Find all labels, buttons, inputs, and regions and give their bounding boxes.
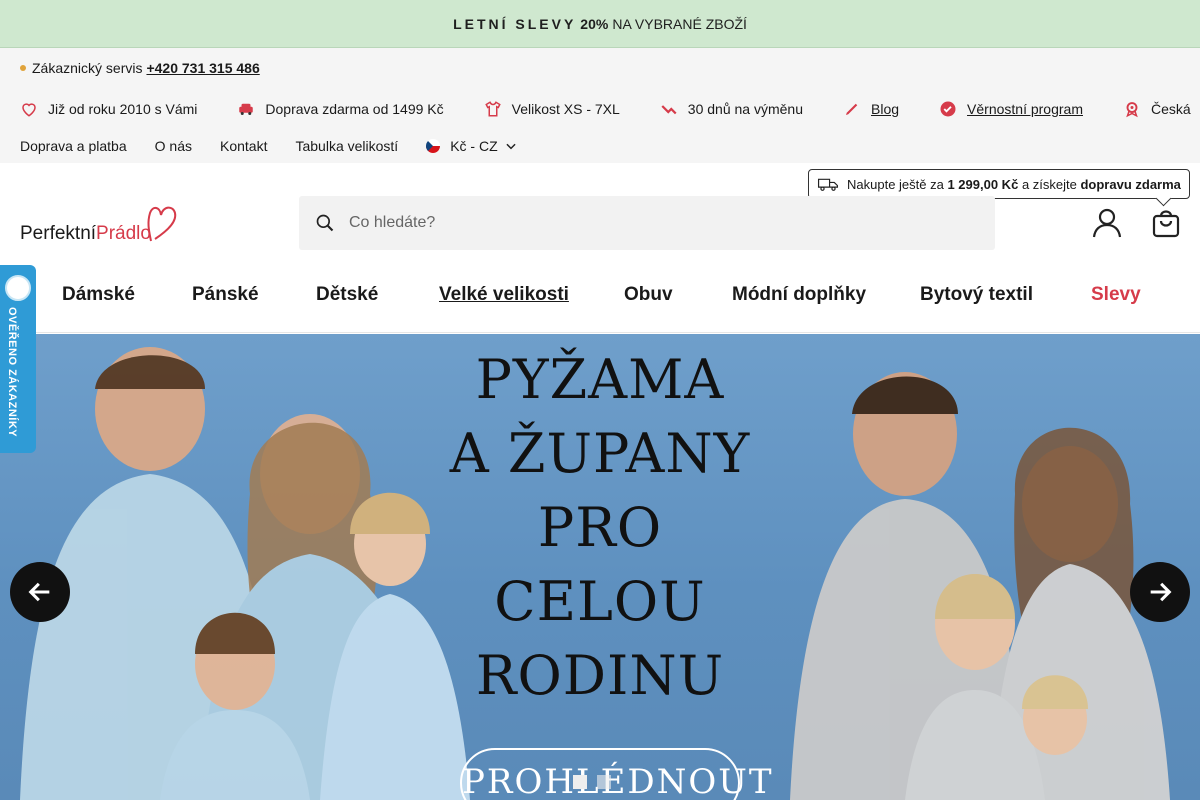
freeship-amount: 1 299,00 Kč xyxy=(947,176,1019,192)
user-account-icon[interactable] xyxy=(1092,208,1122,238)
usp-text: 30 dnů na výměnu xyxy=(687,101,803,117)
hero-title-line: RODINU xyxy=(475,644,725,707)
freeship-pre: Nakupte ještě za xyxy=(847,176,944,192)
hero-title-line: PRO xyxy=(537,496,663,559)
promo-percent: 20% xyxy=(580,15,609,32)
loyalty-program-link[interactable]: Věrnostní program xyxy=(967,101,1083,117)
carousel-dot[interactable] xyxy=(597,775,611,789)
search-input[interactable] xyxy=(349,214,949,232)
nav-item-bytovy-textil[interactable]: Bytový textil xyxy=(920,284,1033,306)
link-about[interactable]: O nás xyxy=(155,138,192,154)
search-icon xyxy=(316,214,334,232)
return-arrow-icon xyxy=(661,105,677,115)
verified-customers-badge[interactable]: OVĚŘENO ZÁKAZNÍKY xyxy=(0,265,36,453)
usp-item: Česká xyxy=(1123,100,1191,118)
link-size-table[interactable]: Tabulka velikostí xyxy=(295,138,398,154)
hero-title-line: A ŽUPANY xyxy=(449,422,751,485)
hero-banner[interactable]: PYŽAMA A ŽUPANY PRO CELOU RODINU PROHLÉD… xyxy=(0,334,1200,800)
search-bar[interactable] xyxy=(299,196,995,250)
header: Nakupte ještě za 1 299,00 Kč a získejte … xyxy=(0,163,1200,263)
link-contact[interactable]: Kontakt xyxy=(220,138,267,154)
customer-service-label: Zákaznický servis xyxy=(32,60,143,76)
check-badge-icon xyxy=(940,101,956,117)
usp-text: Česká xyxy=(1150,101,1191,117)
usp-text: Velikost XS - 7XL xyxy=(511,101,620,117)
freeship-mid: a získejte xyxy=(1021,176,1077,192)
chevron-down-icon xyxy=(506,143,516,150)
nav-item-velke-velikosti[interactable]: Velké velikosti xyxy=(439,284,569,306)
currency-label: Kč - CZ xyxy=(450,138,498,154)
nav-item-slevy[interactable]: Slevy xyxy=(1091,284,1141,306)
hero-title-line: CELOU xyxy=(494,570,706,633)
usp-text: Již od roku 2010 s Vámi xyxy=(48,101,198,117)
logo-part2: Prádlo xyxy=(96,223,151,244)
carousel-next-button[interactable] xyxy=(1130,562,1190,622)
nav-item-modni-doplnky[interactable]: Módní doplňky xyxy=(732,284,866,306)
site-logo[interactable]: Perfektní Prádlo xyxy=(20,203,179,245)
arrow-left-icon xyxy=(28,582,50,602)
heart-icon xyxy=(22,103,36,117)
nav-item-damske[interactable]: Dámské xyxy=(62,284,135,306)
award-icon xyxy=(1126,102,1138,118)
usp-item: 30 dnů na výměnu xyxy=(660,100,803,118)
usp-item[interactable]: Blog xyxy=(843,100,899,118)
delivery-truck-icon xyxy=(817,178,839,191)
promo-bar[interactable]: LETNÍ SLEVY 20% NA VYBRANÉ ZBOŽÍ xyxy=(0,0,1200,48)
car-icon xyxy=(239,103,254,115)
badge-text: OVĚŘENO ZÁKAZNÍKY xyxy=(6,307,18,438)
promo-rest: NA VYBRANÉ ZBOŽÍ xyxy=(612,15,747,32)
blog-link[interactable]: Blog xyxy=(871,101,899,117)
top-info-bar: Zákaznický servis +420 731 315 486 Již o… xyxy=(0,48,1200,163)
nav-item-obuv[interactable]: Obuv xyxy=(624,284,673,306)
logo-heart-icon xyxy=(147,206,177,242)
usp-text: Doprava zdarma od 1499 Kč xyxy=(265,101,444,117)
carousel-pagination xyxy=(573,775,621,789)
carousel-prev-button[interactable] xyxy=(10,562,70,622)
usp-item: Doprava zdarma od 1499 Kč xyxy=(237,100,444,118)
logo-part1: Perfektní xyxy=(20,223,97,244)
carousel-dot[interactable] xyxy=(573,775,587,789)
status-dot-icon xyxy=(20,65,26,71)
nav-item-detske[interactable]: Dětské xyxy=(316,284,378,306)
usp-item: Velikost XS - 7XL xyxy=(484,100,620,118)
customer-service-phone-link[interactable]: +420 731 315 486 xyxy=(146,60,259,76)
free-shipping-tooltip: Nakupte ještě za 1 299,00 Kč a získejte … xyxy=(808,169,1190,199)
nav-item-panske[interactable]: Pánské xyxy=(192,284,259,306)
shopping-bag-icon[interactable] xyxy=(1152,208,1180,238)
tshirt-icon xyxy=(484,101,501,117)
freeship-bold: dopravu zdarma xyxy=(1080,176,1181,192)
usp-list: Již od roku 2010 s Vámi Doprava zdarma o… xyxy=(20,100,1200,118)
hero-cta-button[interactable]: PROHLÉDNOUT xyxy=(460,748,772,800)
link-shipping-payment[interactable]: Doprava a platba xyxy=(20,138,127,154)
customer-service: Zákaznický servis +420 731 315 486 xyxy=(20,60,260,76)
currency-selector[interactable]: Kč - CZ xyxy=(426,138,517,154)
promo-caps: LETNÍ SLEVY xyxy=(453,15,577,32)
main-navigation: Dámské Pánské Dětské Velké velikosti Obu… xyxy=(0,263,1200,333)
czech-flag-icon xyxy=(426,139,441,153)
secondary-links: Doprava a platba O nás Kontakt Tabulka v… xyxy=(20,138,518,154)
arrow-right-icon xyxy=(1150,582,1172,602)
usp-item: Již od roku 2010 s Vámi xyxy=(20,100,197,118)
usp-item[interactable]: Věrnostní program xyxy=(939,100,1083,118)
pen-icon xyxy=(846,103,858,115)
hero-title-line: PYŽAMA xyxy=(475,348,725,411)
verified-seal-icon xyxy=(5,275,31,301)
